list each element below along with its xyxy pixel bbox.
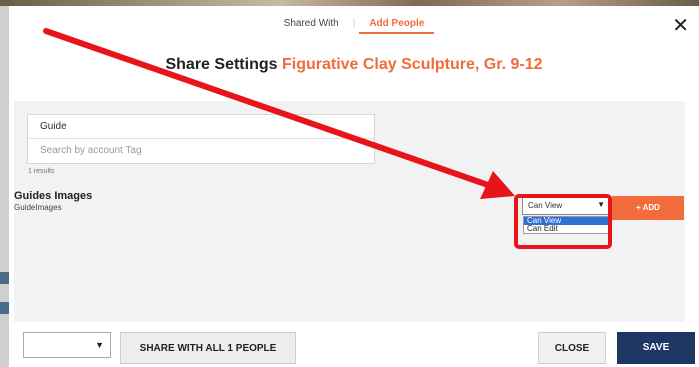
background-fragment	[0, 302, 9, 314]
title-label: Share Settings	[165, 56, 278, 73]
tab-shared-with[interactable]: Shared With	[274, 18, 349, 32]
add-button[interactable]: + ADD	[612, 196, 684, 220]
close-button[interactable]: CLOSE	[538, 332, 606, 364]
chevron-down-icon: ▼	[95, 340, 104, 350]
tab-add-people[interactable]: Add People	[359, 18, 435, 34]
modal-title: Share Settings Figurative Clay Sculpture…	[9, 56, 699, 74]
result-username: GuideImages	[14, 203, 62, 212]
annotation-highlight-box	[514, 194, 612, 249]
background-fragment	[0, 272, 9, 284]
background-left-edge	[0, 6, 9, 367]
search-input[interactable]: Guide	[28, 115, 374, 139]
tab-separator: |	[352, 18, 356, 29]
result-name: Guides Images	[14, 190, 93, 202]
share-with-all-button[interactable]: SHARE WITH ALL 1 PEOPLE	[120, 332, 296, 364]
footer-permission-select[interactable]: ▼	[23, 332, 111, 358]
lesson-name: Figurative Clay Sculpture, Gr. 9-12	[281, 56, 543, 73]
search-box: Guide Search by account Tag	[27, 114, 375, 164]
close-icon[interactable]: ✕	[672, 16, 689, 36]
screenshot: Shared With | Add People ✕ Share Settings …	[0, 0, 699, 367]
modal-tabs: Shared With | Add People	[9, 18, 699, 34]
tag-search-input[interactable]: Search by account Tag	[28, 139, 374, 163]
save-button[interactable]: SAVE	[617, 332, 695, 364]
results-count: 1 results	[28, 168, 55, 175]
